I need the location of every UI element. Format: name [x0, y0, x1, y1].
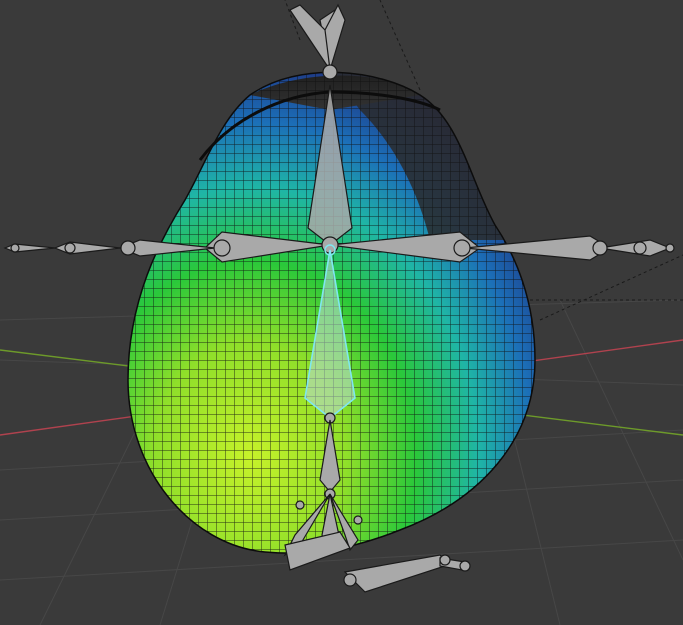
3d-viewport[interactable]: [0, 0, 683, 625]
bone-head[interactable]: [289, 3, 346, 80]
viewport-canvas[interactable]: [0, 0, 683, 625]
